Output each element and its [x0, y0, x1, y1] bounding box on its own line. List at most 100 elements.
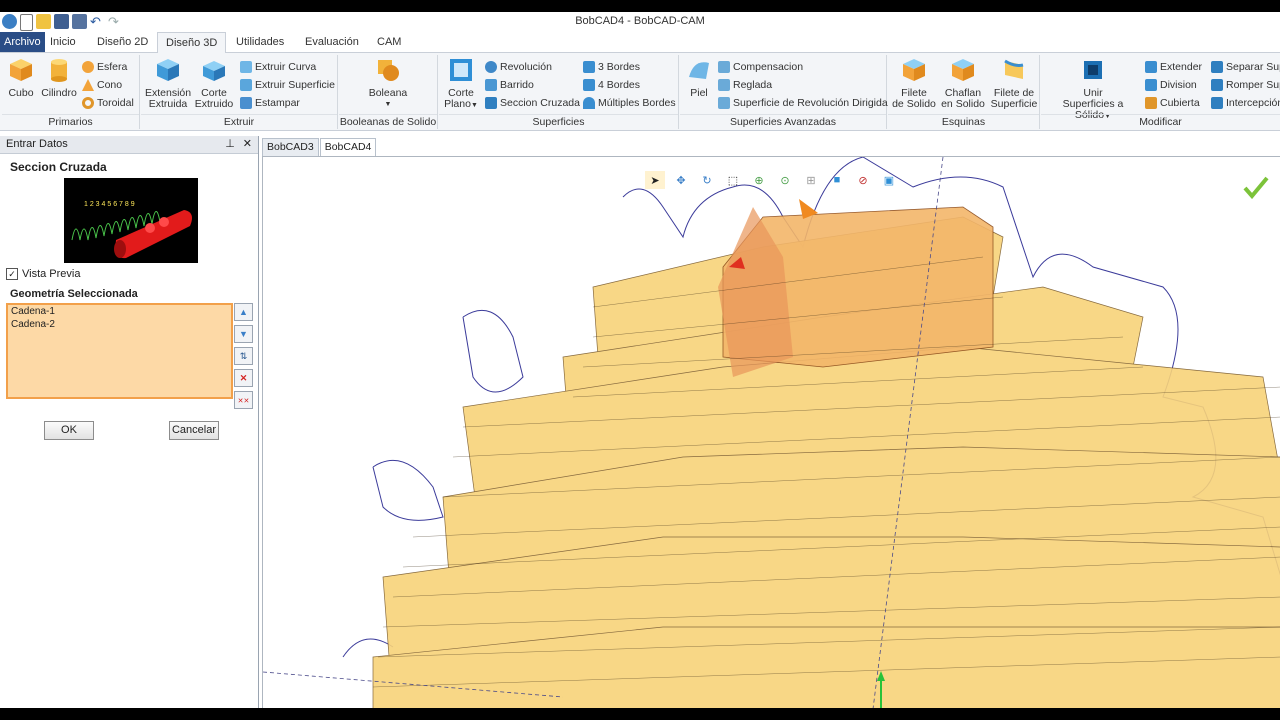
close-icon[interactable]: ✕	[243, 136, 252, 153]
filete-solido-button[interactable]: Filete de Solido	[892, 57, 936, 110]
piel-button[interactable]: Piel	[684, 57, 714, 99]
zoom-icon[interactable]: ⊕	[749, 171, 769, 189]
view-cube-icon[interactable]: ■	[827, 171, 847, 189]
geometria-list[interactable]: Cadena-1 Cadena-2	[6, 303, 233, 399]
rotate-icon[interactable]: ↻	[697, 171, 717, 189]
doc-tab-bobcad4[interactable]: BobCAD4	[319, 138, 377, 157]
group-modificar: Unir Superficies a Sólido▼ Extender Divi…	[1041, 55, 1280, 129]
toroidal-button[interactable]: Toroidal	[82, 95, 134, 111]
barrido-label: Barrido	[500, 79, 534, 91]
visibility-icon[interactable]: ⊘	[853, 171, 873, 189]
extender-button[interactable]: Extender	[1145, 59, 1202, 75]
vista-previa-label: Vista Previa	[22, 268, 81, 280]
estampar-button[interactable]: Estampar	[240, 95, 300, 111]
unir-superficies-button[interactable]: Unir Superficies a Sólido▼	[1045, 57, 1141, 122]
reglada-button[interactable]: Reglada	[718, 77, 772, 93]
extender-label: Extender	[1160, 61, 1203, 73]
division-button[interactable]: Division	[1145, 77, 1197, 93]
pin-icon[interactable]: ⊥	[225, 136, 235, 153]
pan-icon[interactable]: ✥	[671, 171, 691, 189]
boleana-label: Boleana	[368, 87, 408, 99]
panel-header-title: Entrar Datos	[6, 138, 68, 150]
cuatro-bordes-button[interactable]: 4 Bordes	[583, 77, 640, 93]
ok-button[interactable]: OK	[44, 421, 94, 440]
stamp-icon	[240, 97, 252, 109]
cono-button[interactable]: Cono	[82, 77, 122, 93]
extension-extruida-button[interactable]: Extensión Extruida	[145, 57, 191, 110]
superficie-revolucion-button[interactable]: Superficie de Revolución Dirigida	[718, 95, 888, 111]
tab-archivo[interactable]: Archivo	[0, 32, 45, 52]
revolucion-button[interactable]: Revolución	[485, 59, 552, 75]
extrude-cut-icon	[203, 61, 225, 81]
superficie-revolucion-label: Superficie de Revolución Dirigida	[733, 97, 888, 109]
zoom-extents-icon[interactable]: ⊙	[775, 171, 795, 189]
group-label-primarios: Primarios	[2, 114, 139, 128]
cubierta-button[interactable]: Cubierta	[1145, 95, 1200, 111]
tres-bordes-button[interactable]: 3 Bordes	[583, 59, 640, 75]
tab-evaluacion[interactable]: Evaluación	[297, 32, 367, 52]
ribbon: Cubo Cilindro Esfera Cono Toroidal Prima…	[0, 53, 1280, 131]
group-label-extruir: Extruir	[141, 114, 337, 128]
esfera-button[interactable]: Esfera	[82, 59, 127, 75]
tab-diseno-2d[interactable]: Diseño 2D	[89, 32, 156, 52]
corte-plano-button[interactable]: Corte Plano▼	[443, 57, 479, 111]
extruir-superficie-button[interactable]: Extruir Superficie	[240, 77, 335, 93]
boleana-button[interactable]: Boleana ▼	[361, 57, 415, 110]
three-edges-icon	[583, 61, 595, 73]
select-arrow-icon[interactable]: ➤	[645, 171, 665, 189]
move-up-button[interactable]: ▲	[234, 303, 253, 321]
apply-check-icon[interactable]	[1243, 175, 1269, 199]
list-item[interactable]: Cadena-1	[8, 305, 231, 318]
tres-bordes-label: 3 Bordes	[598, 61, 641, 73]
delete-all-button[interactable]: ✕✕	[234, 391, 253, 409]
list-item[interactable]: Cadena-2	[8, 318, 231, 331]
interseccion-button[interactable]: Intercepción	[1211, 95, 1280, 111]
vista-previa-checkbox[interactable]: ✓	[6, 268, 18, 280]
cubo-button[interactable]: Cubo	[6, 57, 36, 99]
boolean-icon	[378, 60, 399, 81]
corte-extruido-button[interactable]: Corte Extruido	[193, 57, 235, 110]
seccion-cruzada-button[interactable]: Seccion Cruzada	[485, 95, 580, 111]
tab-utilidades[interactable]: Utilidades	[228, 32, 292, 52]
vista-previa-row[interactable]: ✓ Vista Previa	[6, 268, 81, 280]
multiples-bordes-button[interactable]: Múltiples Bordes	[583, 95, 676, 111]
reverse-button[interactable]: ⇅	[234, 347, 253, 365]
extend-icon	[1145, 61, 1157, 73]
doc-tab-bobcad3[interactable]: BobCAD3	[262, 138, 319, 157]
reverse-icon: ⇅	[239, 351, 248, 361]
separar-label: Separar Sup	[1226, 61, 1280, 73]
move-down-button[interactable]: ▼	[234, 325, 253, 343]
reglada-label: Reglada	[733, 79, 773, 91]
cilindro-label: Cilindro	[41, 87, 77, 99]
tab-inicio[interactable]: Inicio	[42, 32, 84, 52]
layers-icon[interactable]: ▣	[879, 171, 899, 189]
filete-superficie-button[interactable]: Filete de Superficie	[990, 57, 1038, 110]
view-plane-icon[interactable]: ⊞	[801, 171, 821, 189]
3d-viewport[interactable]: ➤ ✥ ↻ ⬚ ⊕ ⊙ ⊞ ■ ⊘ ▣	[262, 156, 1280, 708]
cilindro-button[interactable]: Cilindro	[40, 57, 78, 99]
separar-button[interactable]: Separar Sup	[1211, 59, 1280, 75]
extruir-curva-button[interactable]: Extruir Curva	[240, 59, 316, 75]
filete-superficie-label-2: Superficie	[990, 98, 1038, 110]
chaflan-solido-button[interactable]: Chaflan en Solido	[940, 57, 986, 110]
compensacion-button[interactable]: Compensacion	[718, 59, 803, 75]
group-superficies-avanzadas: Piel Compensacion Reglada Superficie de …	[680, 55, 888, 129]
plane-cut-icon	[450, 59, 472, 81]
delete-button[interactable]: ✕	[234, 369, 253, 387]
cubierta-label: Cubierta	[1160, 97, 1200, 109]
extrude-icon	[157, 59, 179, 81]
tab-cam[interactable]: CAM	[369, 32, 409, 52]
toroidal-label: Toroidal	[97, 97, 134, 109]
barrido-button[interactable]: Barrido	[485, 77, 534, 93]
surface-fillet-icon	[1004, 59, 1024, 79]
panel-header: Entrar Datos ⊥ ✕	[0, 136, 258, 154]
join-surfaces-icon	[1084, 61, 1102, 79]
arrow-down-icon: ▼	[239, 329, 248, 339]
title-bar: ↶ ↷ BobCAD4 - BobCAD-CAM	[0, 12, 1280, 32]
section-title: Seccion Cruzada	[10, 160, 107, 174]
shell-icon	[1145, 97, 1157, 109]
tab-diseno-3d[interactable]: Diseño 3D	[157, 32, 227, 53]
romper-button[interactable]: Romper Sup	[1211, 77, 1280, 93]
cancelar-button[interactable]: Cancelar	[169, 421, 219, 440]
zoom-window-icon[interactable]: ⬚	[723, 171, 743, 189]
